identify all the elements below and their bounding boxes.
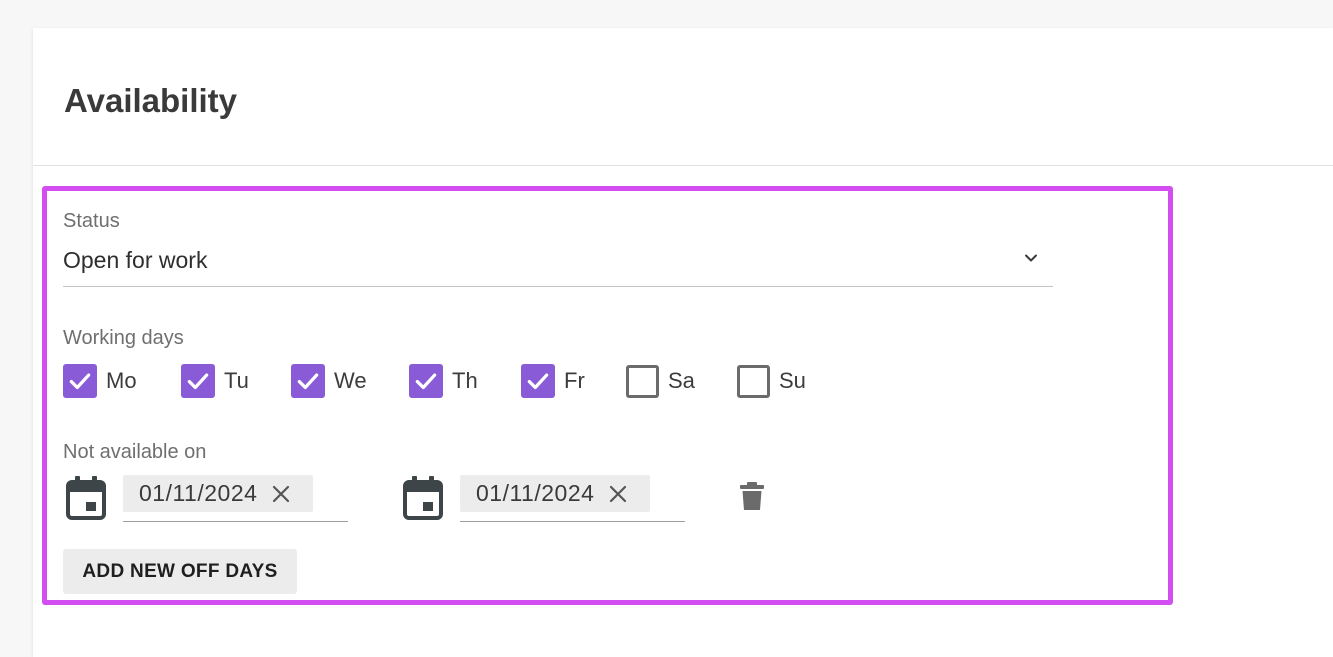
status-value: Open for work	[63, 247, 208, 273]
chevron-down-icon	[1025, 254, 1037, 262]
checkbox-unchecked-icon	[737, 364, 770, 398]
day-label: We	[334, 368, 367, 393]
day-checkbox-su[interactable]: Su	[737, 363, 806, 399]
checkbox-checked-icon	[291, 364, 325, 398]
day-label: Th	[452, 368, 478, 393]
day-label: Su	[779, 368, 806, 393]
page-title: Availability	[64, 82, 238, 119]
start-date-chip[interactable]: 01/11/2024	[123, 475, 313, 512]
day-checkbox-mo[interactable]: Mo	[63, 363, 137, 399]
end-date-underline	[460, 521, 685, 522]
day-label: Fr	[564, 368, 585, 393]
day-checkbox-th[interactable]: Th	[409, 363, 478, 399]
day-label: Tu	[224, 368, 249, 393]
start-date-underline	[123, 521, 348, 522]
close-icon[interactable]	[271, 484, 291, 504]
trash-icon[interactable]	[739, 481, 765, 511]
working-days-label: Working days	[63, 327, 184, 349]
start-date-value: 01/11/2024	[139, 480, 258, 506]
day-checkbox-we[interactable]: We	[291, 363, 367, 399]
not-available-label: Not available on	[63, 441, 207, 463]
checkbox-checked-icon	[63, 364, 97, 398]
add-off-days-button[interactable]: ADD NEW OFF DAYS	[63, 549, 297, 594]
day-checkbox-sa[interactable]: Sa	[626, 363, 695, 399]
status-label: Status	[63, 210, 120, 232]
card-header: Availability	[33, 28, 1333, 166]
day-label: Mo	[106, 368, 137, 393]
end-date-value: 01/11/2024	[476, 480, 595, 506]
checkbox-checked-icon	[181, 364, 215, 398]
calendar-icon[interactable]	[403, 476, 443, 520]
checkbox-unchecked-icon	[626, 364, 659, 398]
day-checkbox-tu[interactable]: Tu	[181, 363, 249, 399]
checkbox-checked-icon	[409, 364, 443, 398]
checkbox-checked-icon	[521, 364, 555, 398]
day-label: Sa	[668, 368, 695, 393]
day-checkbox-fr[interactable]: Fr	[521, 363, 585, 399]
end-date-chip[interactable]: 01/11/2024	[460, 475, 650, 512]
status-select[interactable]: Open for work	[63, 242, 1053, 287]
calendar-icon[interactable]	[66, 476, 106, 520]
close-icon[interactable]	[608, 484, 628, 504]
